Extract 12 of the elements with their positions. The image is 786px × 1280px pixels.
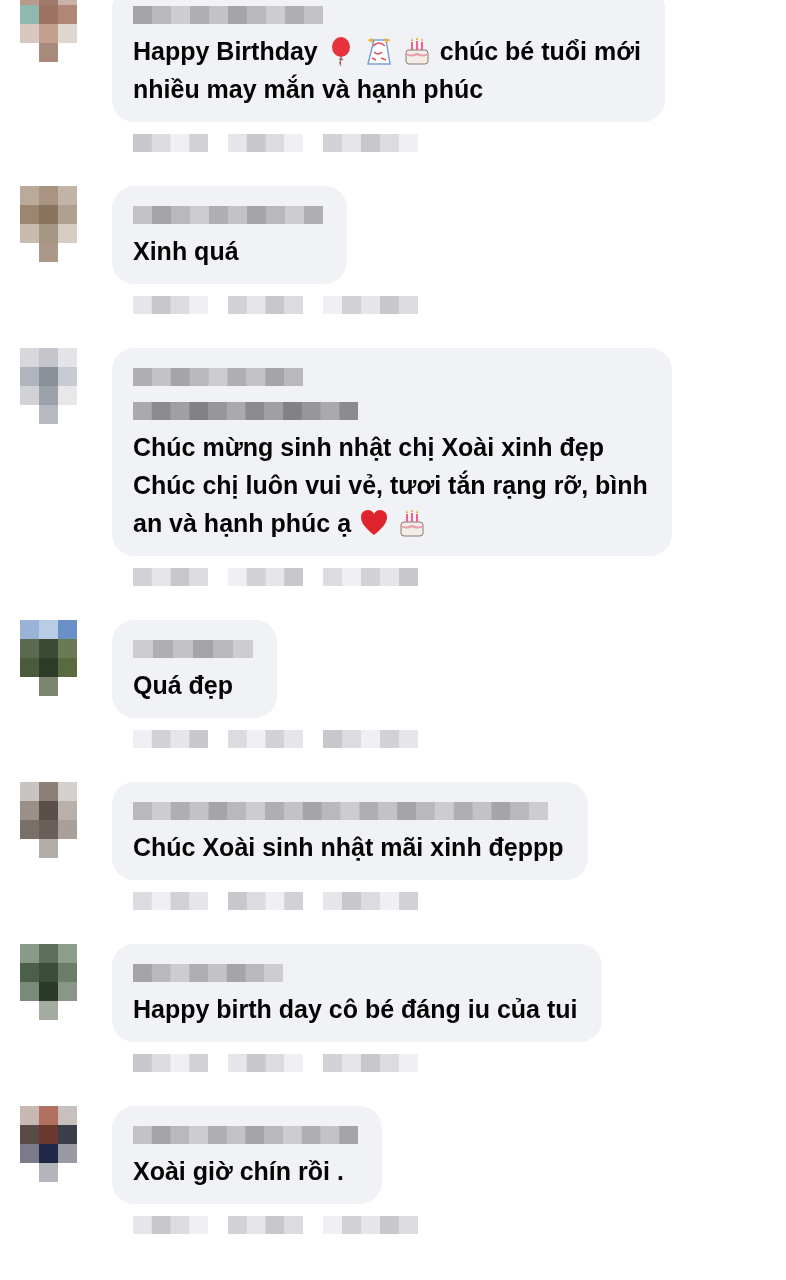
comment-text: Chúc chị luôn vui vẻ, tươi tắn rạng rỡ, bình xyxy=(133,469,648,501)
heart-icon xyxy=(359,508,390,538)
comment-text: Happy birth day cô bé đáng iu của tui xyxy=(133,994,578,1025)
comment-text: chúc bé tuổi mới xyxy=(439,36,641,67)
comment-text: Xinh quá xyxy=(133,236,239,267)
comment-text: Chúc mừng sinh nhật chị Xoài xinh đẹp xyxy=(133,432,604,463)
comment-text: Xoài giờ chín rồi . xyxy=(133,1156,344,1187)
comment-text: Quá đẹp xyxy=(133,670,233,701)
comment-text: nhiều may mắn và hạnh phúc xyxy=(133,73,484,105)
comment-text: Chúc Xoài sinh nhật mãi xinh đẹppp xyxy=(133,832,564,863)
comment-text: an và hạnh phúc ạ xyxy=(133,508,352,539)
comment-text: Happy Birthday xyxy=(133,36,318,67)
